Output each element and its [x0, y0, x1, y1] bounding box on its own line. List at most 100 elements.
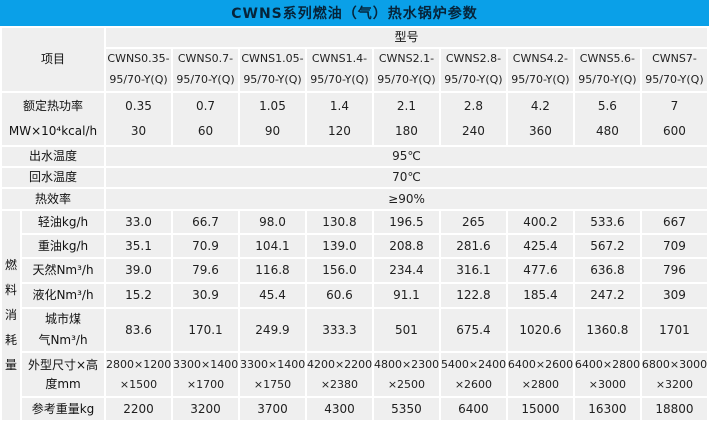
table-row: CWNS0.35- 95/70-Y(Q)CWNS0.7- 95/70-Y(Q)C…	[1, 48, 708, 92]
value-cell: 16300	[574, 397, 641, 421]
value-cell: 2200	[105, 397, 172, 421]
value-cell: CWNS4.2- 95/70-Y(Q)	[507, 48, 574, 92]
value-cell: 3700	[239, 397, 306, 421]
value-cell: 45.4	[239, 283, 306, 308]
outlet-temp-value: 95℃	[105, 146, 708, 167]
value-cell: 3300×1400 ×1750	[239, 352, 306, 397]
value-cell: 4200×2200 ×2380	[306, 352, 373, 397]
value-cell: 39.0	[105, 258, 172, 283]
value-cell: 6400	[440, 397, 507, 421]
row-label-efficiency: 热效率	[1, 188, 105, 210]
value-cell: 6800×3000 ×3200	[641, 352, 708, 397]
value-cell: CWNS2.1- 95/70-Y(Q)	[373, 48, 440, 92]
value-cell: 636.8	[574, 258, 641, 283]
value-cell: 2.1 180	[373, 92, 440, 146]
value-cell: 309	[641, 283, 708, 308]
table-row: 外型尺寸×高 度mm 2800×1200 ×15003300×1400 ×170…	[1, 352, 708, 397]
value-cell: 5400×2400 ×2600	[440, 352, 507, 397]
row-label-weight: 参考重量kg	[21, 397, 105, 421]
value-cell: 170.1	[172, 308, 239, 352]
value-cell: 196.5	[373, 210, 440, 234]
row-label-city-gas: 城市煤 气Nm³/h	[21, 308, 105, 352]
value-cell: 1360.8	[574, 308, 641, 352]
value-cell: 156.0	[306, 258, 373, 283]
value-cell: 3300×1400 ×1700	[172, 352, 239, 397]
value-cell: 139.0	[306, 234, 373, 258]
row-label-lpg: 液化Nm³/h	[21, 283, 105, 308]
value-cell: 104.1	[239, 234, 306, 258]
value-cell: 2.8 240	[440, 92, 507, 146]
row-label-outlet-temp: 出水温度	[1, 146, 105, 167]
value-cell: 675.4	[440, 308, 507, 352]
value-cell: 4800×2300 ×2500	[373, 352, 440, 397]
value-cell: 2800×1200 ×1500	[105, 352, 172, 397]
value-cell: 70.9	[172, 234, 239, 258]
table-row: 额定热功率 MW×10⁴kcal/h 0.35 300.7 601.05 901…	[1, 92, 708, 146]
table-row: 天然Nm³/h 39.079.6116.8156.0234.4316.1477.…	[1, 258, 708, 283]
items-column-header: 项目	[1, 27, 105, 92]
value-cell: CWNS1.4- 95/70-Y(Q)	[306, 48, 373, 92]
value-cell: 1.05 90	[239, 92, 306, 146]
table-row: 重油kg/h 35.170.9104.1139.0208.8281.6425.4…	[1, 234, 708, 258]
value-cell: 185.4	[507, 283, 574, 308]
value-cell: 18800	[641, 397, 708, 421]
value-cell: CWNS1.05- 95/70-Y(Q)	[239, 48, 306, 92]
value-cell: 91.1	[373, 283, 440, 308]
value-cell: 66.7	[172, 210, 239, 234]
value-cell: 400.2	[507, 210, 574, 234]
value-cell: 281.6	[440, 234, 507, 258]
value-cell: 533.6	[574, 210, 641, 234]
value-cell: 567.2	[574, 234, 641, 258]
row-label-dimensions: 外型尺寸×高 度mm	[21, 352, 105, 397]
table-row: 出水温度 95℃	[1, 146, 708, 167]
value-cell: 130.8	[306, 210, 373, 234]
efficiency-value: ≥90%	[105, 188, 708, 210]
value-cell: 4300	[306, 397, 373, 421]
table-row: 城市煤 气Nm³/h 83.6170.1249.9333.3501675.410…	[1, 308, 708, 352]
table-row: 液化Nm³/h 15.230.945.460.691.1122.8185.424…	[1, 283, 708, 308]
table-row: 回水温度 70℃	[1, 167, 708, 188]
value-cell: 796	[641, 258, 708, 283]
value-cell: 709	[641, 234, 708, 258]
table-row: 项目 型号	[1, 27, 708, 48]
fuel-consumption-group-label: 燃 料 消 耗 量	[1, 210, 21, 421]
value-cell: 333.3	[306, 308, 373, 352]
value-cell: 15000	[507, 397, 574, 421]
value-cell: 234.4	[373, 258, 440, 283]
row-label-return-temp: 回水温度	[1, 167, 105, 188]
value-cell: 425.4	[507, 234, 574, 258]
value-cell: 98.0	[239, 210, 306, 234]
value-cell: CWNS2.8- 95/70-Y(Q)	[440, 48, 507, 92]
value-cell: 33.0	[105, 210, 172, 234]
table-row: 参考重量kg 220032003700430053506400150001630…	[1, 397, 708, 421]
value-cell: 83.6	[105, 308, 172, 352]
row-label-rated-power: 额定热功率 MW×10⁴kcal/h	[1, 92, 105, 146]
model-group-header: 型号	[105, 27, 708, 48]
table-row: 热效率 ≥90%	[1, 188, 708, 210]
value-cell: 116.8	[239, 258, 306, 283]
row-label-natural-gas: 天然Nm³/h	[21, 258, 105, 283]
value-cell: 208.8	[373, 234, 440, 258]
boiler-spec-table: 项目 型号 CWNS0.35- 95/70-Y(Q)CWNS0.7- 95/70…	[0, 26, 709, 422]
value-cell: 247.2	[574, 283, 641, 308]
value-cell: 6400×2800 ×3000	[574, 352, 641, 397]
value-cell: 667	[641, 210, 708, 234]
value-cell: 7 600	[641, 92, 708, 146]
value-cell: 477.6	[507, 258, 574, 283]
value-cell: 249.9	[239, 308, 306, 352]
value-cell: 5350	[373, 397, 440, 421]
value-cell: 1020.6	[507, 308, 574, 352]
value-cell: 316.1	[440, 258, 507, 283]
value-cell: 4.2 360	[507, 92, 574, 146]
value-cell: 501	[373, 308, 440, 352]
row-label-light-oil: 轻油kg/h	[21, 210, 105, 234]
value-cell: 60.6	[306, 283, 373, 308]
value-cell: CWNS0.7- 95/70-Y(Q)	[172, 48, 239, 92]
value-cell: 79.6	[172, 258, 239, 283]
value-cell: 1.4 120	[306, 92, 373, 146]
row-label-heavy-oil: 重油kg/h	[21, 234, 105, 258]
table-row: 燃 料 消 耗 量 轻油kg/h 33.066.798.0130.8196.52…	[1, 210, 708, 234]
value-cell: 265	[440, 210, 507, 234]
value-cell: 35.1	[105, 234, 172, 258]
value-cell: 5.6 480	[574, 92, 641, 146]
